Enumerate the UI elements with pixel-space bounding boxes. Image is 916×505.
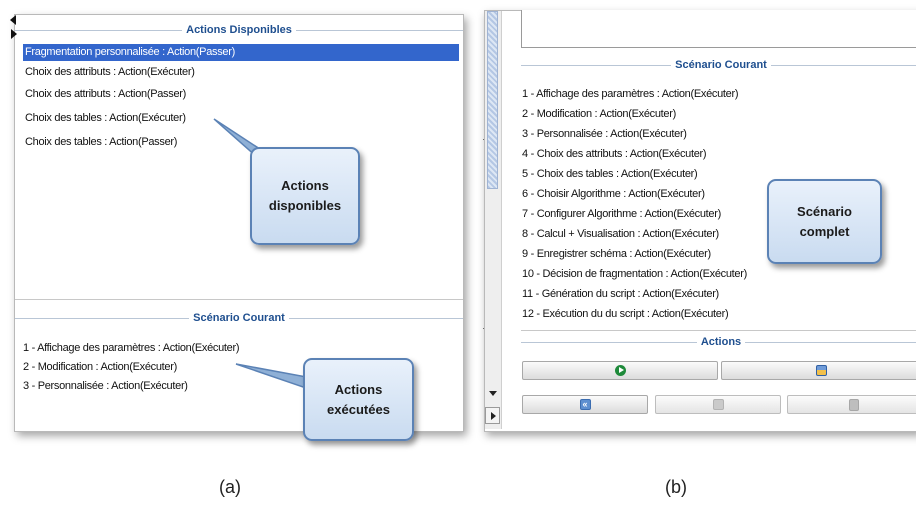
available-actions-title: Actions Disponibles <box>15 22 463 38</box>
list-item[interactable]: 2 - Modification : Action(Exécuter) <box>522 104 912 124</box>
list-item[interactable]: 12 - Exécution du du script : Action(Exé… <box>522 304 912 324</box>
scroll-right-button[interactable] <box>485 407 500 424</box>
save-icon <box>815 365 827 376</box>
top-text-area[interactable] <box>521 10 916 48</box>
list-item[interactable]: 3 - Personnalisée : Action(Exécuter) <box>522 124 912 144</box>
scrollbar[interactable] <box>485 11 502 429</box>
scroll-down-arrow-icon[interactable] <box>489 391 497 396</box>
current-scenario-title: Scénario Courant <box>521 57 916 73</box>
list-item[interactable]: Choix des tables : Action(Passer) <box>23 130 459 154</box>
list-item[interactable]: Choix des attributs : Action(Exécuter) <box>23 61 459 83</box>
list-item[interactable]: 11 - Génération du script : Action(Exécu… <box>522 284 912 304</box>
current-scenario-title: Scénario Courant <box>15 310 463 326</box>
list-item[interactable]: 10 - Décision de fragmentation : Action(… <box>522 264 912 284</box>
actions-title: Actions <box>521 334 916 350</box>
next-button[interactable] <box>655 395 781 414</box>
list-item[interactable]: Choix des tables : Action(Exécuter) <box>23 106 459 130</box>
available-actions-list[interactable]: Fragmentation personnalisée : Action(Pas… <box>23 44 459 296</box>
stop-button[interactable] <box>787 395 916 414</box>
callout-complete-scenario: Scénario complet <box>767 179 882 264</box>
caption-b: (b) <box>665 477 687 497</box>
rewind-icon: « <box>579 399 591 410</box>
list-item[interactable]: 1 - Affichage des paramètres : Action(Ex… <box>23 339 459 358</box>
play-icon <box>614 365 626 376</box>
scrollbar-thumb[interactable] <box>487 11 498 189</box>
callout-available-actions: Actions disponibles <box>250 147 360 245</box>
list-item[interactable]: 1 - Affichage des paramètres : Action(Ex… <box>522 84 912 104</box>
list-item[interactable]: Fragmentation personnalisée : Action(Pas… <box>23 44 459 61</box>
callout-executed-actions: Actions exécutées <box>303 358 414 441</box>
next-icon <box>712 399 724 410</box>
list-item[interactable]: Choix des attributs : Action(Passer) <box>23 83 459 106</box>
run-button[interactable] <box>522 361 718 380</box>
divider <box>521 330 916 331</box>
caption-a: (a) <box>219 477 241 497</box>
stop-icon <box>849 398 859 411</box>
divider <box>15 299 463 300</box>
back-button[interactable]: « <box>522 395 648 414</box>
save-button[interactable] <box>721 361 916 380</box>
list-item[interactable]: 4 - Choix des attributs : Action(Exécute… <box>522 144 912 164</box>
scroll-right-arrow-icon <box>491 412 496 420</box>
